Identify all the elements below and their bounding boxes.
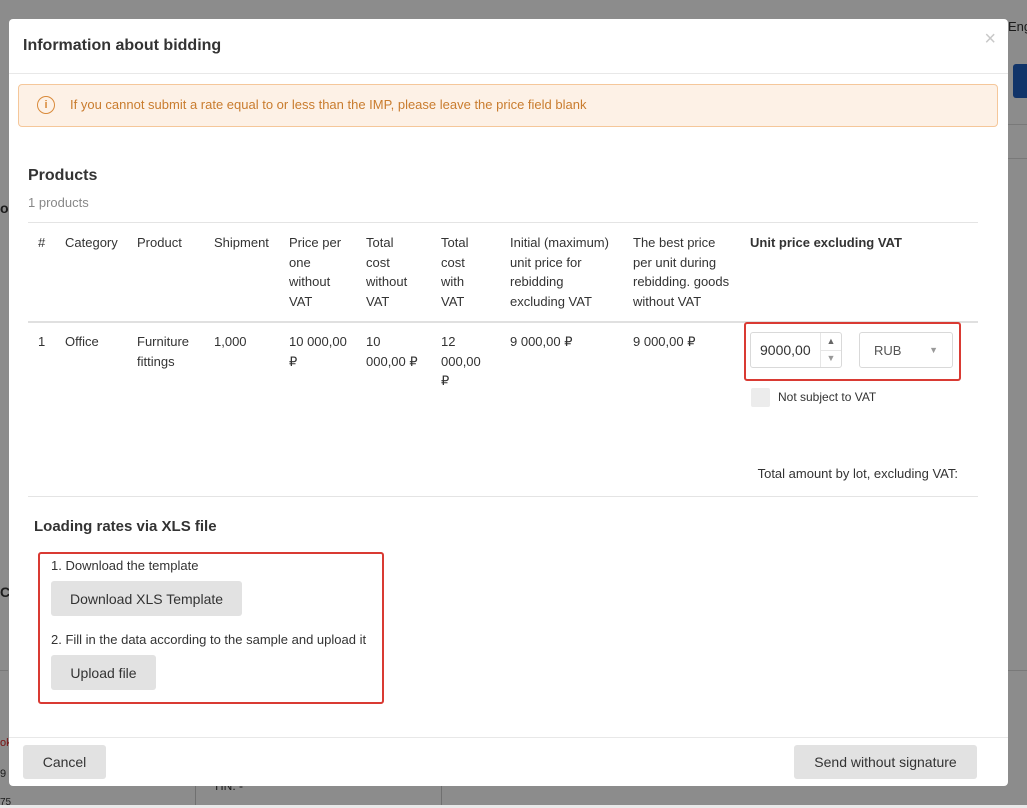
close-icon[interactable]: × [984, 29, 996, 49]
header-product: Product [137, 235, 182, 250]
stepper-up-icon[interactable]: ▲ [821, 333, 841, 351]
download-template-button[interactable]: Download XLS Template [51, 581, 242, 616]
unit-price-value[interactable]: 9000,00 [760, 342, 811, 358]
section-divider [28, 496, 978, 497]
header-category: Category [65, 235, 118, 250]
header-number: # [38, 235, 46, 250]
unit-price-input[interactable]: 9000,00 ▲ ▼ [750, 332, 842, 368]
cell-product: Furniture fittings [137, 334, 190, 369]
cell-best-price: 9 000,00 ₽ [633, 334, 696, 349]
header-initial-max-price: Initial (maximum) unit price for rebiddi… [510, 235, 609, 309]
table-top-divider [28, 222, 978, 223]
chevron-down-icon: ▼ [929, 345, 938, 355]
header-best-price: The best price per unit during rebidding… [633, 235, 730, 309]
cell-number: 1 [38, 334, 46, 349]
cell-price-per-one: 10 000,00 ₽ [289, 334, 347, 369]
not-subject-vat-label[interactable]: Not subject to VAT [778, 390, 876, 404]
header-unit-price: Unit price excluding VAT [750, 235, 902, 250]
alert-text: If you cannot submit a rate equal to or … [70, 97, 587, 112]
products-count: 1 products [28, 195, 89, 210]
cell-category: Office [65, 334, 99, 349]
cell-total-cost-with-vat: 12 000,00 ₽ [441, 334, 481, 388]
cell-total-cost-without-vat: 10 000,00 ₽ [366, 334, 418, 369]
xls-section-title: Loading rates via XLS file [34, 518, 217, 535]
step-upload-text: 2. Fill in the data according to the sam… [51, 632, 367, 647]
currency-value: RUB [874, 343, 902, 358]
send-without-signature-button[interactable]: Send without signature [794, 745, 977, 779]
cell-initial-max-price: 9 000,00 ₽ [510, 334, 573, 349]
cancel-button[interactable]: Cancel [23, 745, 106, 779]
price-stepper[interactable]: ▲ ▼ [820, 333, 841, 367]
modal-title: Information about bidding [23, 37, 222, 54]
warning-alert: i If you cannot submit a rate equal to o… [18, 84, 998, 127]
total-amount-label: Total amount by lot, excluding VAT: [757, 466, 958, 481]
stepper-down-icon[interactable]: ▼ [821, 350, 841, 367]
currency-select[interactable]: RUB ▼ [859, 332, 953, 368]
header-total-cost-without-vat: Total cost without VAT [366, 235, 408, 309]
modal-header: Information about bidding × [9, 19, 1008, 74]
info-icon: i [37, 96, 55, 114]
modal-footer: Cancel Send without signature [9, 737, 1008, 786]
products-title: Products [28, 167, 98, 184]
cell-shipment: 1,000 [214, 334, 247, 349]
upload-file-button[interactable]: Upload file [51, 655, 156, 690]
not-subject-vat-checkbox[interactable] [751, 388, 770, 407]
xls-upload-highlight: 1. Download the template Download XLS Te… [38, 552, 384, 704]
header-price-per-one: Price per one without VAT [289, 235, 342, 309]
header-total-cost-with-vat: Total cost with VAT [441, 235, 469, 309]
step-download-text: 1. Download the template [51, 558, 199, 573]
header-shipment: Shipment [214, 235, 269, 250]
bidding-modal: Information about bidding × i If you can… [9, 19, 1008, 786]
